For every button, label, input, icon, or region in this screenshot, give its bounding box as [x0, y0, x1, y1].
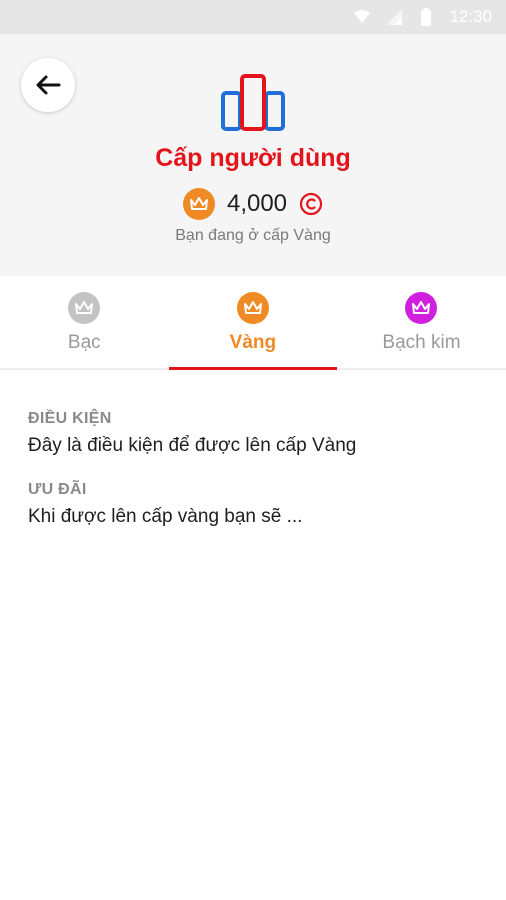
- tab-label: Bạch kim: [382, 332, 461, 353]
- profile-header: Cấp người dùng 4,000 Bạn đang ở cấp Vàng: [0, 34, 506, 276]
- tab-label: Bạc: [67, 332, 101, 353]
- points-row: 4,000: [0, 188, 506, 220]
- current-level-text: Bạn đang ở cấp Vàng: [175, 227, 331, 244]
- level-tabs: Bạc Vàng Bạch kim: [0, 276, 506, 370]
- crown-icon: [68, 292, 101, 324]
- level-details: ĐIỀU KIỆN Đây là điều kiện để được lên c…: [28, 410, 488, 528]
- tab-gold[interactable]: Vàng: [168, 276, 338, 370]
- condition-heading: ĐIỀU KIỆN: [28, 410, 112, 427]
- wifi-icon: [353, 8, 371, 26]
- building-level-icon: [221, 74, 285, 131]
- crown-icon: [236, 292, 269, 324]
- coin-icon: [299, 192, 323, 216]
- benefit-heading: ƯU ĐÃI: [28, 481, 87, 498]
- status-bar: 12:30: [0, 0, 506, 34]
- tab-silver[interactable]: Bạc: [0, 276, 169, 368]
- points-value: 4,000: [226, 190, 288, 217]
- signal-icon: [385, 8, 403, 26]
- arrow-left-icon: [36, 75, 61, 95]
- tab-platinum[interactable]: Bạch kim: [337, 276, 506, 368]
- benefit-text: Khi được lên cấp vàng bạn sẽ ...: [28, 506, 303, 527]
- active-tab-indicator: [168, 367, 338, 370]
- crown-icon: [182, 188, 215, 220]
- condition-text: Đây là điều kiện để được lên cấp Vàng: [28, 435, 357, 456]
- back-button[interactable]: [21, 58, 75, 112]
- clock-time: 12:30: [449, 7, 492, 26]
- crown-icon: [405, 292, 438, 324]
- battery-icon: [417, 8, 435, 26]
- tab-label: Vàng: [229, 332, 277, 353]
- page-title: Cấp người dùng: [155, 144, 351, 172]
